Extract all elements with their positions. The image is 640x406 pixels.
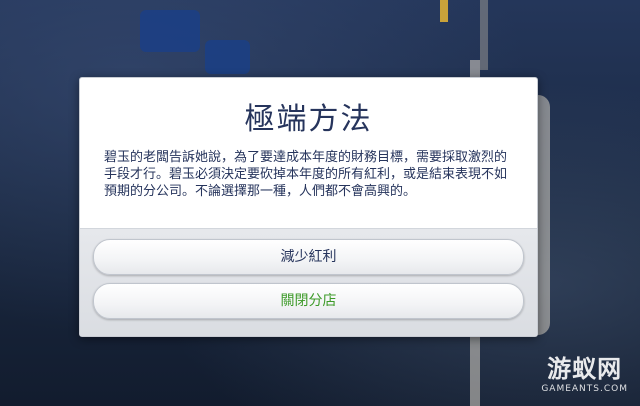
- background-chair: [205, 40, 250, 74]
- background-lamp: [440, 0, 448, 22]
- choice-area: 減少紅利 關閉分店: [80, 228, 537, 336]
- site-watermark: 游蚁网 GAMEANTS.COM: [541, 349, 628, 394]
- close-branch-button[interactable]: 關閉分店: [93, 283, 524, 319]
- event-dialog: 極端方法 碧玉的老闆告訴她說，為了要達成本年度的財務目標，需要採取激烈的手段才行…: [79, 77, 538, 337]
- watermark-logo: 游蚁网: [547, 355, 623, 383]
- dialog-title: 極端方法: [244, 102, 373, 137]
- dialog-message: 碧玉的老闆告訴她說，為了要達成本年度的財務目標，需要採取激烈的手段才行。碧玉必須…: [104, 150, 508, 199]
- background-pole: [480, 0, 488, 70]
- reduce-bonus-button[interactable]: 減少紅利: [93, 239, 524, 275]
- background-chair: [140, 10, 200, 52]
- watermark-url: GAMEANTS.COM: [541, 384, 628, 394]
